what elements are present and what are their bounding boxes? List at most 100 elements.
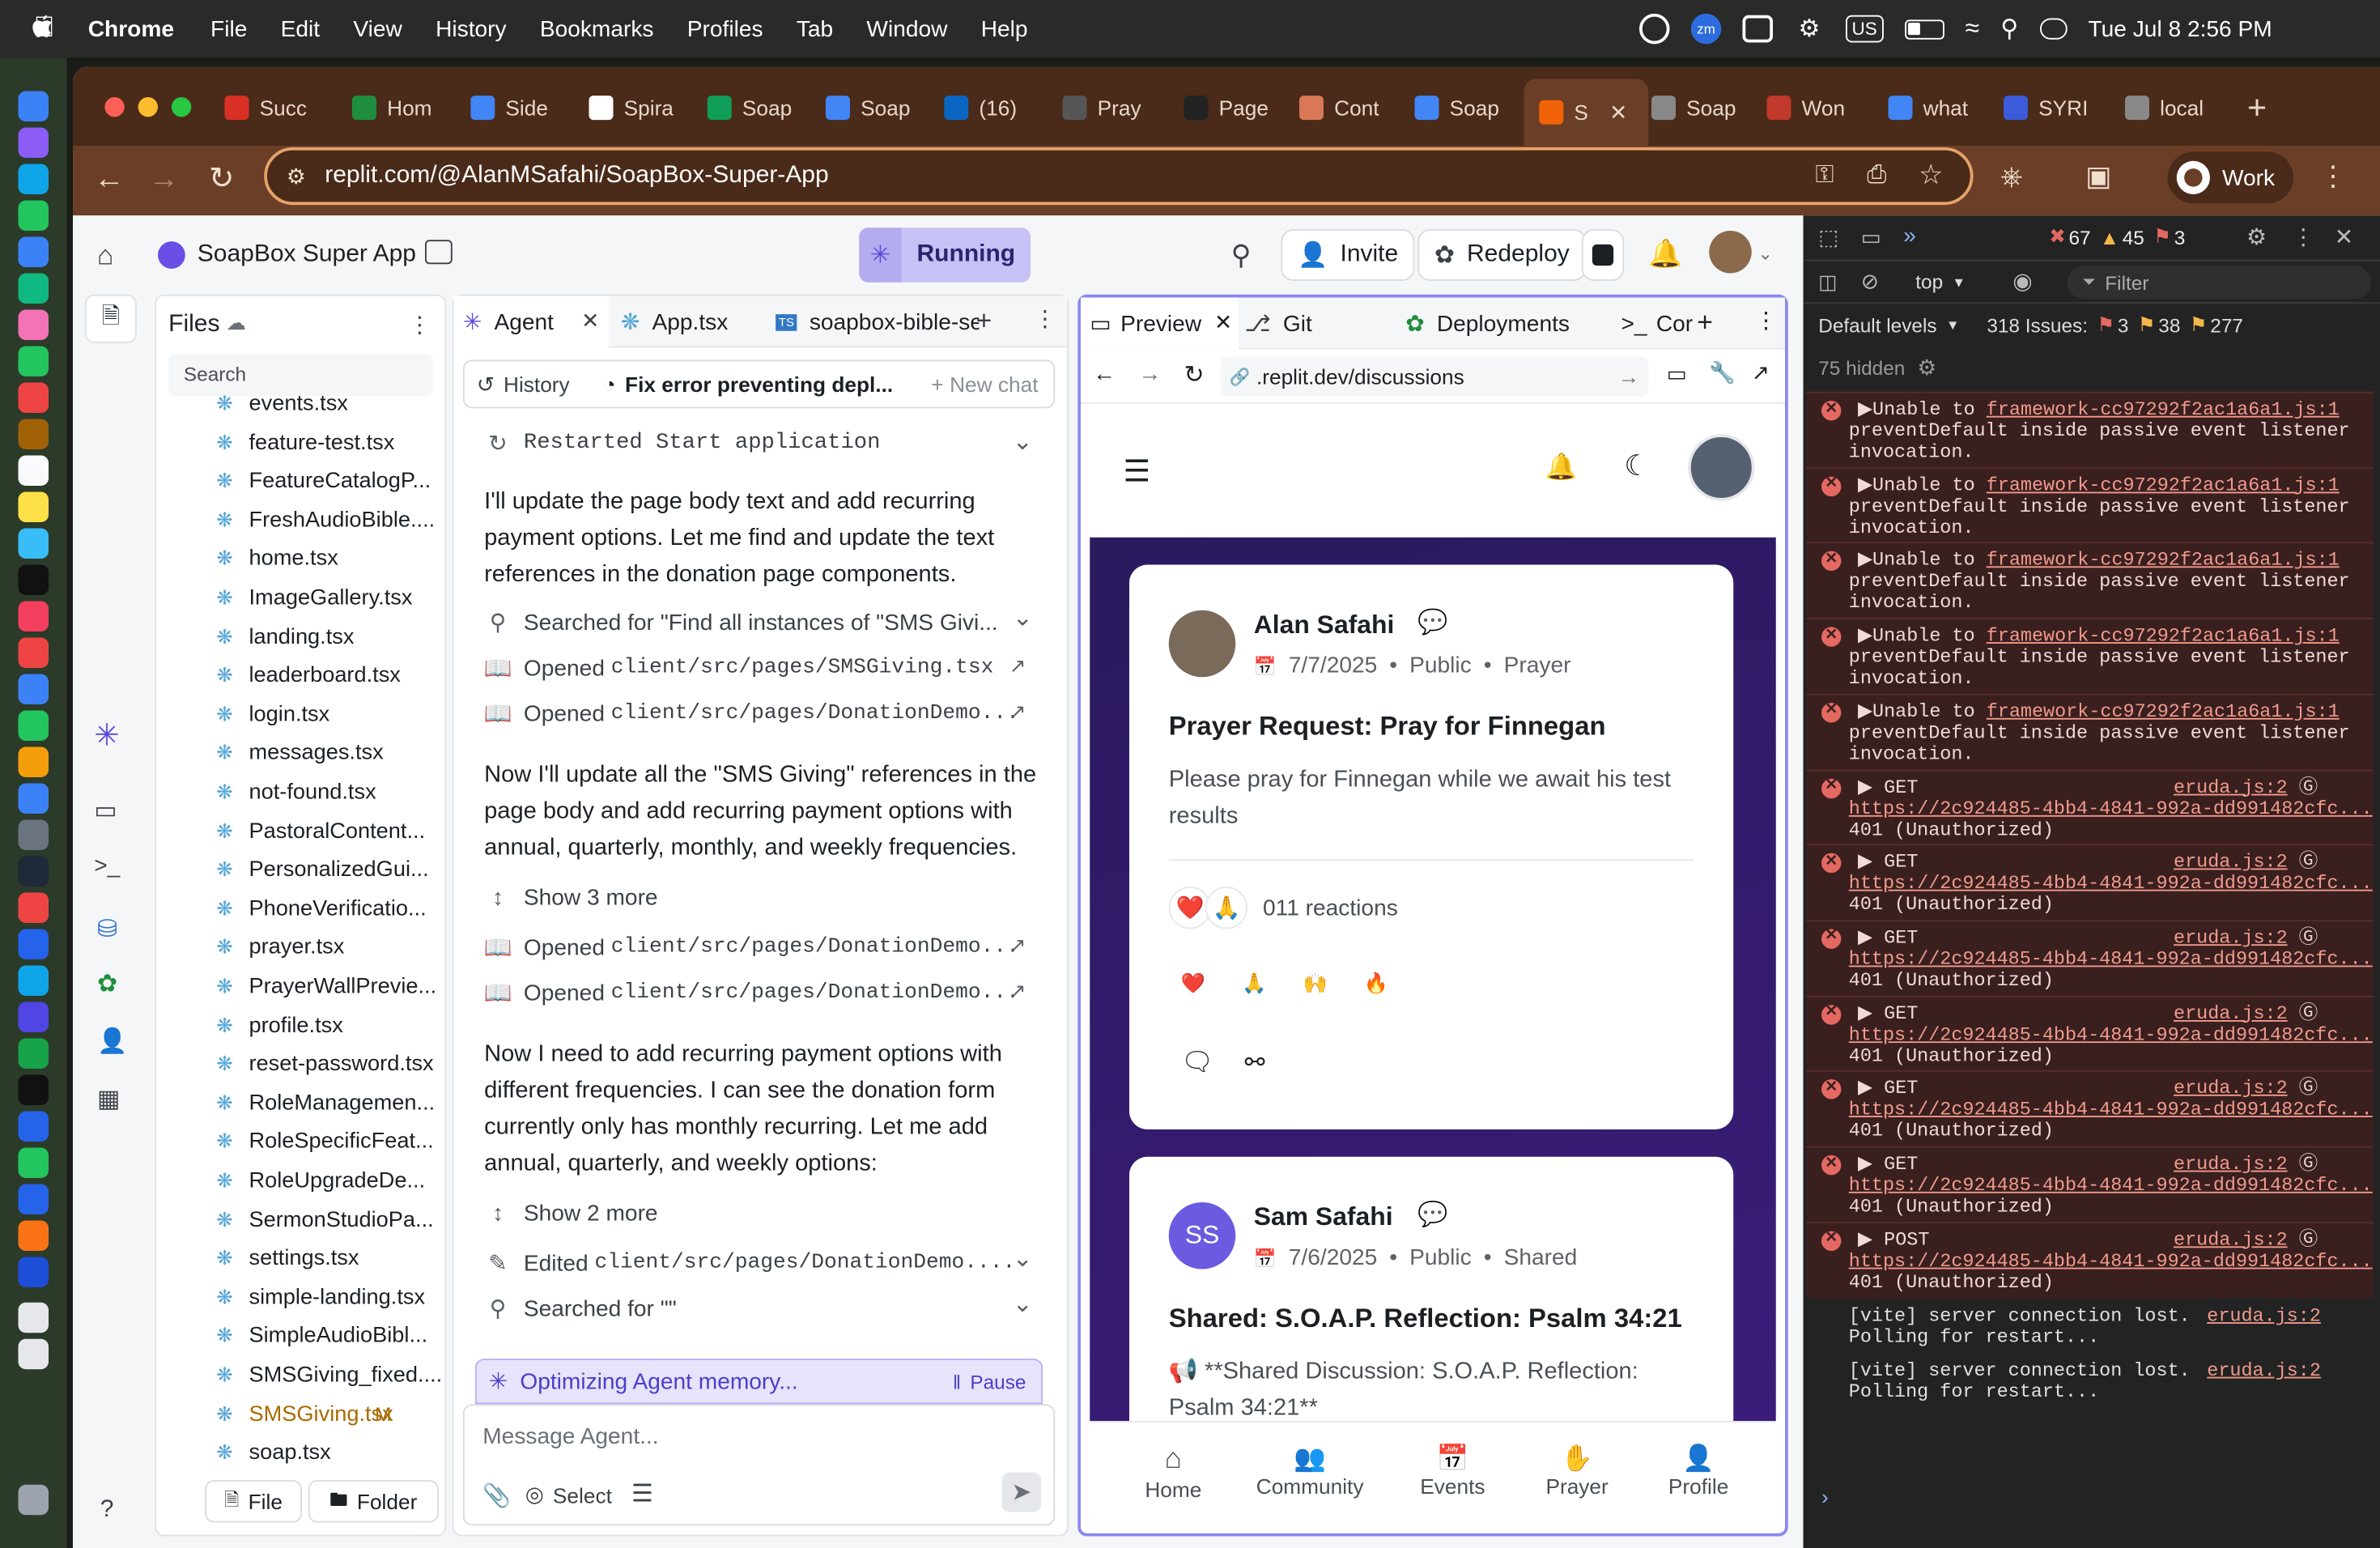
console-network-error[interactable]: ✕ ▶ GET eruda.js:2 Ⓖhttps://2c924485-4bb4-…	[1806, 768, 2374, 845]
file-item[interactable]: ❋ RoleSpecificFeat...	[214, 1125, 433, 1159]
pause-button[interactable]: ‖ Pause	[953, 1370, 1026, 1393]
file-item[interactable]: ❋ PastoralContent...	[214, 814, 425, 848]
file-item[interactable]: ❋ login.tsx	[214, 698, 329, 731]
file-item[interactable]: ❋ PersonalizedGui...	[214, 853, 428, 887]
expand-chevron-icon[interactable]: ⌄	[1013, 1289, 1033, 1320]
open-step-3[interactable]: 📖 Opened client/src/pages/DonationDemo..…	[483, 933, 1018, 961]
file-item[interactable]: ❋ SimpleAudioBibl...	[214, 1320, 427, 1353]
menu-edit[interactable]: Edit	[281, 16, 320, 42]
close-tab-icon[interactable]: ✕	[1214, 310, 1232, 336]
attach-icon[interactable]: 📎	[482, 1482, 511, 1509]
expand-triangle-icon[interactable]: ▶	[1858, 927, 1872, 948]
expand-triangle-icon[interactable]: ▶	[1858, 626, 1872, 647]
photos-dock-icon[interactable]	[18, 309, 49, 340]
message-bubble-icon[interactable]: 💬	[1417, 1199, 1447, 1230]
post-author[interactable]: Sam Safahi	[1254, 1202, 1393, 1233]
deploy-menu-button[interactable]	[1581, 229, 1625, 281]
tab-preview[interactable]: ▭ Preview ✕	[1081, 297, 1239, 350]
preview-reload-icon[interactable]: ↻	[1184, 359, 1205, 390]
keynote-dock-icon[interactable]	[18, 674, 49, 704]
browser-tab[interactable]: Page	[1184, 88, 1294, 128]
settings-sliders-icon[interactable]: ☰	[631, 1478, 653, 1509]
url-text[interactable]: replit.com/@AlanMSafahi/SoapBox-Super-Ap…	[325, 163, 828, 190]
file-item[interactable]: ❋ SMSGiving_fixed....	[214, 1359, 442, 1392]
expand-triangle-icon[interactable]: ▶	[1858, 399, 1872, 420]
document-dock-icon[interactable]	[18, 1302, 49, 1333]
chrome-dock-icon[interactable]	[18, 1220, 49, 1251]
wifi-icon[interactable]: ≈	[1966, 14, 1980, 45]
browser-tab[interactable]: what	[1888, 88, 1998, 128]
browser-tab[interactable]: Succ	[224, 88, 334, 128]
browser-tab[interactable]: Pray	[1062, 88, 1172, 128]
console-settings-icon[interactable]: ⚙	[1917, 355, 1936, 381]
file-item[interactable]: ❋ settings.tsx	[214, 1242, 359, 1275]
console-error-message[interactable]: ✕ ▶Unable to framework-cc97292f2ac1a6a1.j…	[1806, 542, 2374, 619]
site-info-icon[interactable]: ⚙	[283, 163, 310, 190]
expand-chevron-icon[interactable]: ⌄	[1013, 1244, 1033, 1274]
browser-tab[interactable]: Soap	[1651, 88, 1761, 128]
source-link[interactable]: framework-cc97292f2ac1a6a1.js:1	[1987, 550, 2340, 571]
show-3-more[interactable]: ↕ Show 3 more	[484, 885, 658, 911]
source-link[interactable]: eruda.js:2	[2174, 1078, 2288, 1099]
preview-tool-icon[interactable]: ▭	[94, 796, 117, 827]
browser-tab[interactable]: S ✕	[1524, 79, 1649, 146]
project-title[interactable]: SoapBox Super App	[158, 215, 416, 295]
go-arrow-icon[interactable]: →	[1618, 364, 1639, 389]
zoom-dock-icon[interactable]	[18, 1184, 49, 1214]
news-dock-icon[interactable]	[18, 637, 49, 668]
browser-tab[interactable]: Won	[1766, 88, 1876, 128]
open-file-icon[interactable]: ↗	[1009, 700, 1026, 724]
deployments-tool-icon[interactable]: ✿	[97, 968, 117, 999]
reminders-dock-icon[interactable]	[18, 455, 49, 486]
menu-view[interactable]: View	[353, 16, 402, 42]
search-icon[interactable]: ⚲	[1231, 240, 1252, 271]
file-item[interactable]: ❋ RoleUpgradeDe...	[214, 1164, 425, 1197]
source-link[interactable]: eruda.js:2	[2174, 776, 2288, 797]
heart-react-button[interactable]: ❤️	[1181, 972, 1205, 996]
close-window-button[interactable]	[104, 97, 125, 117]
excel-dock-icon[interactable]	[18, 1038, 49, 1069]
devtools-wrench-icon[interactable]: 🔧	[1709, 359, 1736, 385]
address-bar[interactable]: ⚙ replit.com/@AlanMSafahi/SoapBox-Super-…	[264, 147, 1974, 206]
source-link[interactable]: eruda.js:2	[2207, 1361, 2321, 1382]
devtools-counts[interactable]: ✖ 67 ▲ 45 ⚑ 3	[2049, 225, 2185, 249]
file-item[interactable]: ❋ SMSGiving.tsx M	[214, 1397, 393, 1431]
freeform-dock-icon[interactable]	[18, 528, 49, 559]
add-tab-icon[interactable]: +	[1697, 307, 1713, 338]
new-folder-button[interactable]: 🖿 Folder	[308, 1480, 439, 1523]
console-error-message[interactable]: ✕ ▶Unable to framework-cc97292f2ac1a6a1.j…	[1806, 391, 2374, 468]
file-item[interactable]: ❋ prayer.tsx	[214, 931, 344, 964]
console-log-message[interactable]: [vite] server connection lost. eruda.js:2…	[1806, 1303, 2374, 1354]
browser-tab[interactable]: Spira	[589, 88, 699, 128]
notifications-bell-icon[interactable]: 🔔	[1648, 238, 1682, 270]
file-item[interactable]: ❋ not-found.tsx	[214, 776, 376, 809]
devices-icon[interactable]: ▭	[1667, 361, 1687, 387]
spotlight-page-icon[interactable]	[425, 240, 453, 265]
file-item[interactable]: ❋ SermonStudioPa...	[214, 1203, 433, 1236]
maps-dock-icon[interactable]	[18, 273, 49, 304]
close-tab-icon[interactable]: ✕	[581, 308, 599, 334]
browser-tab[interactable]: Cont	[1299, 88, 1409, 128]
open-step-2[interactable]: 📖 Opened client/src/pages/DonationDemo..…	[483, 700, 1018, 727]
file-item[interactable]: ❋ home.tsx	[214, 542, 338, 576]
menu-window[interactable]: Window	[866, 16, 947, 42]
console-error-message[interactable]: ✕ ▶Unable to framework-cc97292f2ac1a6a1.j…	[1806, 693, 2374, 770]
inspect-element-icon[interactable]: ⬚	[1818, 225, 1838, 251]
input-source-badge[interactable]: US	[1846, 15, 1884, 43]
reload-icon[interactable]: ↻	[206, 162, 237, 195]
1password-dock-icon[interactable]	[18, 1257, 49, 1287]
new-chat-button[interactable]: + New chat	[931, 372, 1038, 396]
messages-dock-icon[interactable]	[18, 200, 49, 231]
show-2-more[interactable]: ↕ Show 2 more	[484, 1201, 658, 1227]
console-network-error[interactable]: ✕ ▶ GET eruda.js:2 Ⓖhttps://2c924485-4bb4-…	[1806, 1070, 2374, 1147]
request-url[interactable]: https://2c924485-4bb4-4841-992a-dd991482…	[1849, 873, 2373, 894]
console-network-error[interactable]: ✕ ▶ GET eruda.js:2 Ⓖhttps://2c924485-4bb4-…	[1806, 1146, 2374, 1223]
file-item[interactable]: ❋ landing.tsx	[214, 620, 354, 653]
chat-title[interactable]: ◔ Fix error preventing depl...	[603, 372, 893, 396]
zoom-icon[interactable]: zm	[1690, 13, 1722, 45]
message-bubble-icon[interactable]: 💬	[1417, 607, 1447, 638]
network-request-icon[interactable]: Ⓖ	[2299, 852, 2318, 873]
battery-icon[interactable]	[1904, 19, 1944, 39]
safari-dock-icon[interactable]	[18, 164, 49, 194]
clear-console-icon[interactable]: ⊘	[1861, 269, 1879, 295]
